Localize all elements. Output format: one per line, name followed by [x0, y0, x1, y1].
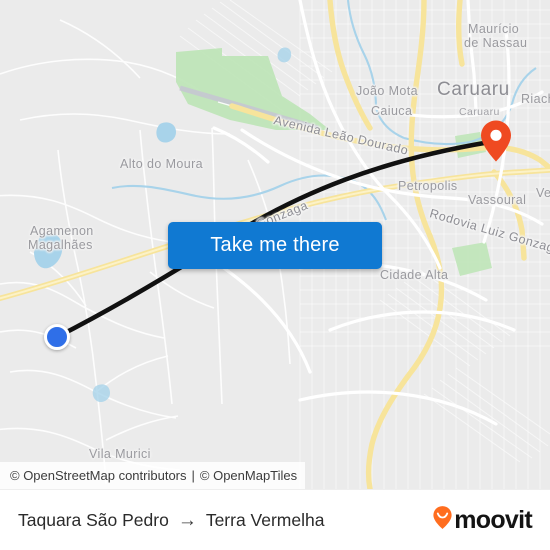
- moovit-pin-icon: [432, 505, 453, 535]
- moovit-logo[interactable]: moovit: [432, 505, 533, 535]
- footer-origin-label: Taquara São Pedro: [18, 509, 169, 530]
- attribution-osm[interactable]: © OpenStreetMap contributors: [10, 468, 187, 483]
- origin-marker[interactable]: [44, 324, 70, 350]
- destination-pin-icon[interactable]: [480, 119, 512, 163]
- map-attribution: © OpenStreetMap contributors | © OpenMap…: [0, 462, 306, 489]
- arrow-right-icon: →: [177, 509, 197, 531]
- map-canvas[interactable]: Maurício de Nassau Caruaru Caruaru João …: [0, 0, 550, 489]
- attribution-openmaptiles[interactable]: © OpenMapTiles: [200, 468, 297, 483]
- take-me-there-button[interactable]: Take me there: [168, 222, 382, 269]
- moovit-trip-map-screen: Maurício de Nassau Caruaru Caruaru João …: [0, 0, 550, 550]
- moovit-wordmark: moovit: [454, 505, 532, 534]
- footer-destination-label: Terra Vermelha: [205, 509, 325, 530]
- attribution-separator: |: [191, 468, 195, 483]
- route-summary: Taquara São Pedro → Terra Vermelha: [18, 510, 324, 531]
- trip-footer-bar: Taquara São Pedro → Terra Vermelha moovi…: [0, 489, 550, 550]
